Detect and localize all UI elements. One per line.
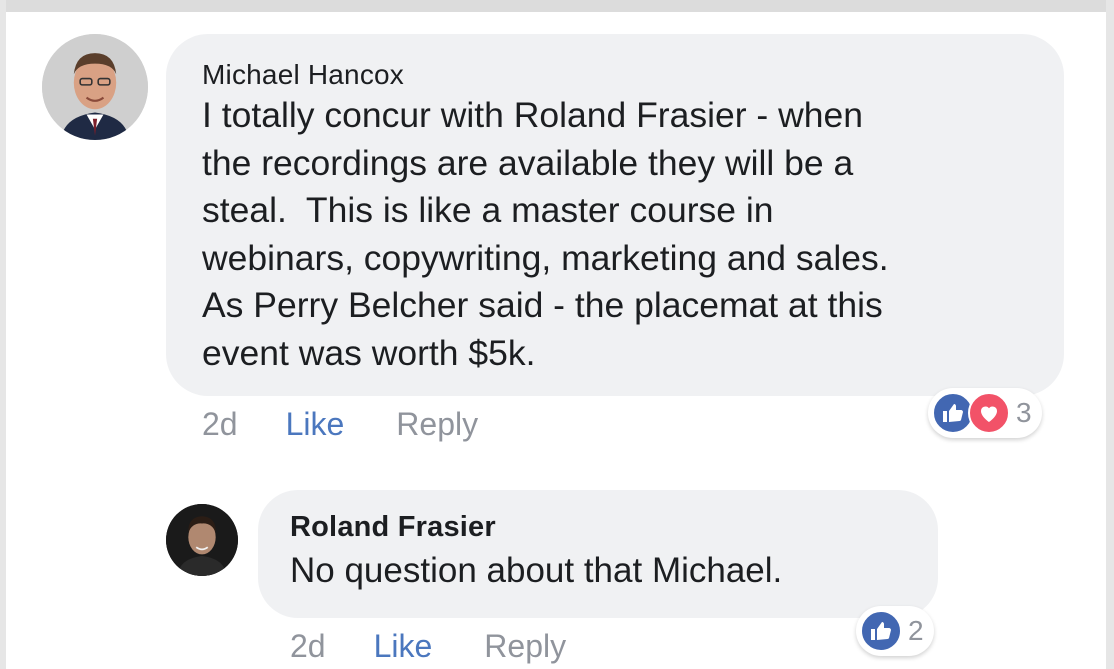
comment-text: I totally concur with Roland Frasier - w… xyxy=(202,95,889,373)
comment-text-prefix: No question about that xyxy=(290,551,652,590)
profile-photo-icon xyxy=(42,34,148,140)
comment-author[interactable]: Michael Hancox xyxy=(202,58,1028,92)
comment-text: No question about that Michael. xyxy=(290,548,906,594)
comment-actions: 2d Like Reply xyxy=(290,628,566,665)
right-border xyxy=(1106,0,1114,669)
avatar[interactable] xyxy=(166,504,238,576)
reaction-count: 3 xyxy=(1016,397,1032,428)
top-border xyxy=(0,0,1114,12)
comment-timestamp[interactable]: 2d xyxy=(290,628,326,665)
love-icon xyxy=(968,392,1010,434)
left-border xyxy=(0,0,6,669)
reactions-summary[interactable]: 3 xyxy=(928,388,1042,438)
comment-text-suffix: . xyxy=(772,551,783,590)
reply-button[interactable]: Reply xyxy=(484,628,566,665)
reply-bubble: Roland Frasier No question about that Mi… xyxy=(258,490,938,618)
profile-photo-icon xyxy=(166,504,238,576)
mention-link[interactable]: Michael xyxy=(652,551,773,590)
comment-timestamp[interactable]: 2d xyxy=(202,406,238,443)
reply-button[interactable]: Reply xyxy=(396,406,478,443)
like-button[interactable]: Like xyxy=(374,628,433,665)
comment-author[interactable]: Roland Frasier xyxy=(290,510,906,544)
reaction-count: 2 xyxy=(908,615,924,646)
avatar[interactable] xyxy=(42,34,148,140)
comment-bubble: Michael Hancox I totally concur with Rol… xyxy=(166,34,1064,396)
like-icon xyxy=(860,610,902,652)
like-button[interactable]: Like xyxy=(286,406,345,443)
reactions-summary[interactable]: 2 xyxy=(856,606,934,656)
comment-actions: 2d Like Reply xyxy=(202,406,478,443)
